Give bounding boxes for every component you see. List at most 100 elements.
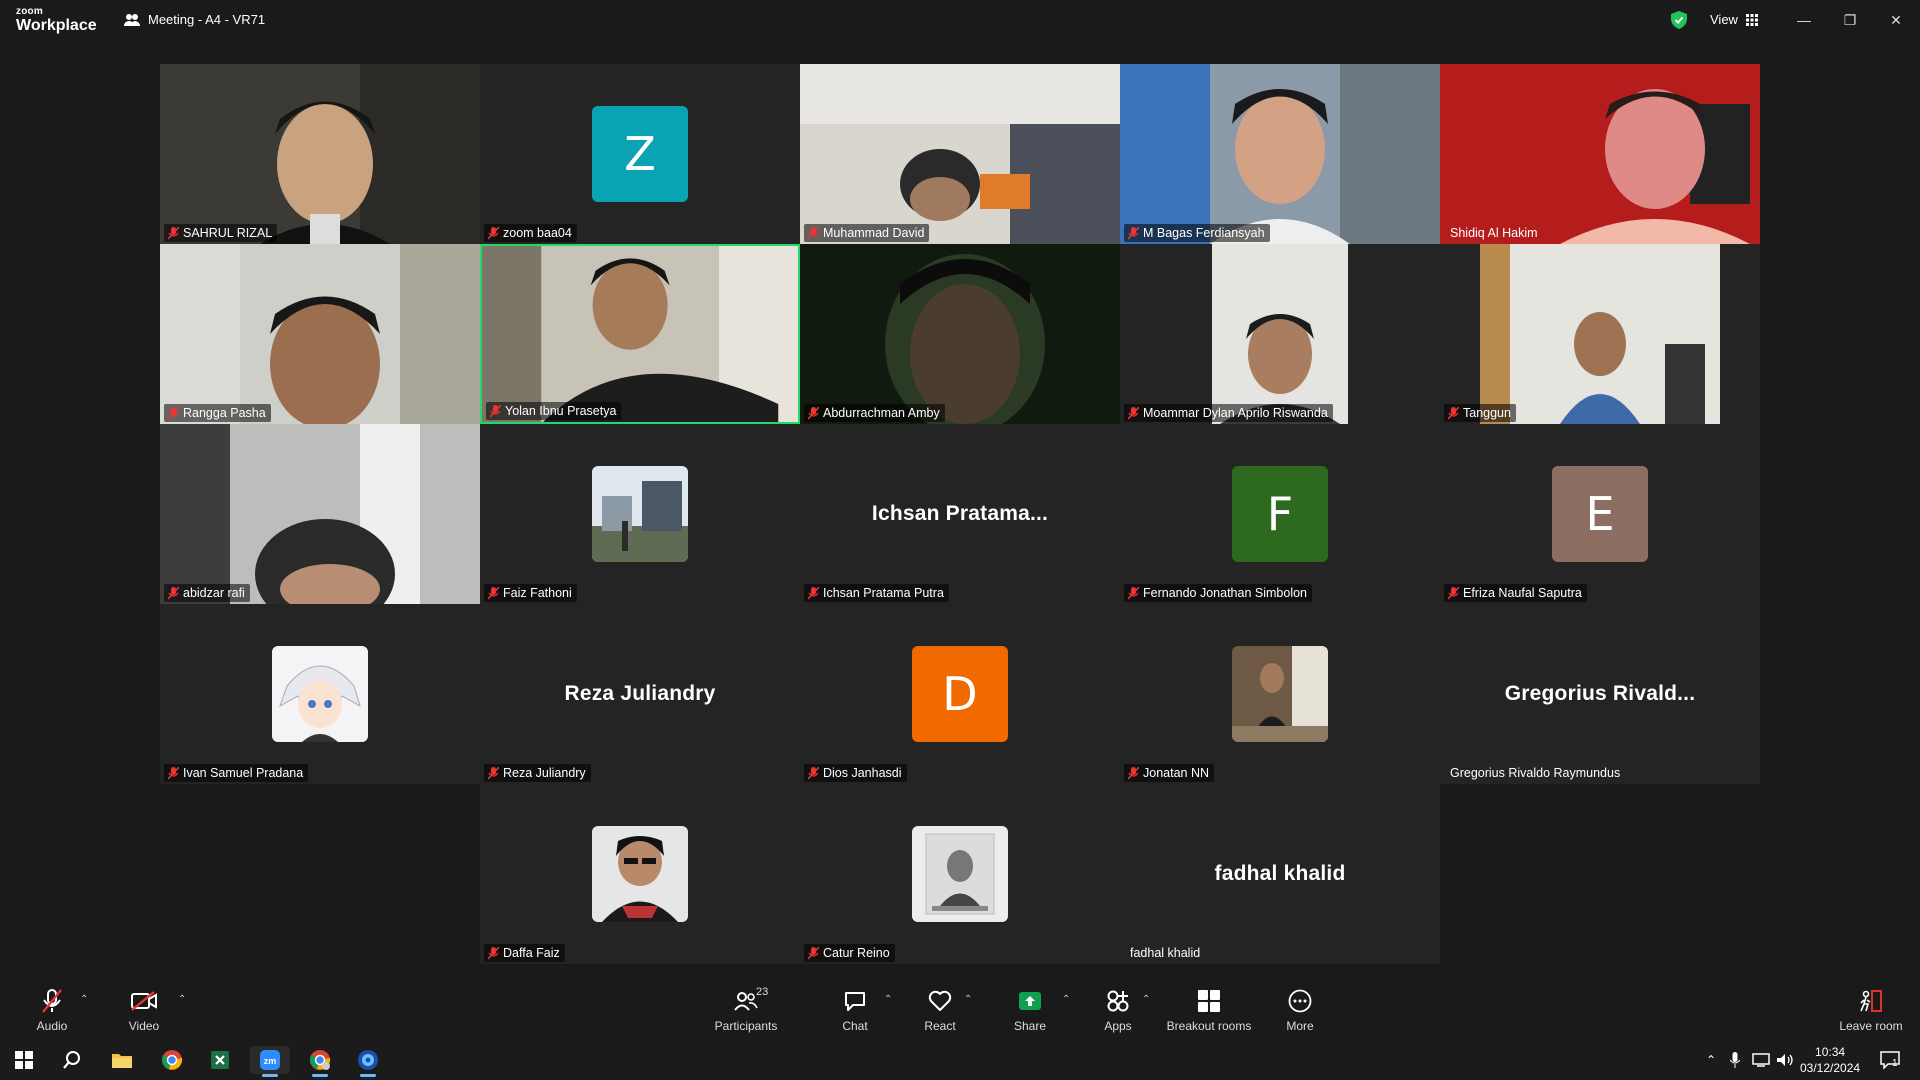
apps-options-chevron-icon[interactable]: ⌃ — [1142, 994, 1150, 1005]
react-options-chevron-icon[interactable]: ⌃ — [964, 994, 972, 1005]
participant-tile[interactable]: SAHRUL RIZAL — [160, 64, 480, 244]
share-button[interactable]: Share — [1010, 980, 1050, 1040]
show-hidden-icons-chevron-icon[interactable]: ⌃ — [1706, 1040, 1716, 1080]
name-label: Fernando Jonathan Simbolon — [1124, 584, 1313, 602]
video-off-icon — [131, 990, 157, 1011]
file-explorer-icon[interactable] — [102, 1046, 142, 1074]
volume-icon[interactable] — [1776, 1040, 1794, 1080]
participant-tile[interactable]: F Fernando Jonathan Simbolon — [1120, 424, 1440, 604]
video-options-chevron-icon[interactable]: ⌃ — [178, 994, 186, 1005]
participant-tile[interactable]: Ivan Samuel Pradana — [160, 604, 480, 784]
mic-muted-icon — [1128, 586, 1139, 600]
participant-tile[interactable]: Abdurrachman Amby — [800, 244, 1120, 424]
video-feed — [160, 244, 480, 424]
name-label: M Bagas Ferdiansyah — [1124, 224, 1270, 242]
excel-icon[interactable] — [200, 1046, 240, 1074]
participant-tile[interactable]: E Efriza Naufal Saputra — [1440, 424, 1760, 604]
apps-button[interactable]: Apps — [1098, 980, 1138, 1040]
participants-icon — [734, 991, 758, 1011]
zoom-logo: zoom Workplace — [16, 6, 97, 34]
heart-icon — [928, 990, 952, 1011]
video-feed — [1120, 64, 1440, 244]
meeting-title-text: Meeting - A4 - VR71 — [148, 12, 266, 27]
minimize-icon[interactable]: — — [1788, 8, 1820, 32]
mic-muted-icon — [488, 586, 499, 600]
leave-room-button[interactable]: Leave room — [1836, 980, 1906, 1040]
leave-door-icon — [1860, 989, 1882, 1012]
participant-tile[interactable]: Reza Juliandry Reza Juliandry — [480, 604, 800, 784]
video-button[interactable]: Video — [122, 980, 166, 1040]
encryption-shield-icon[interactable] — [1671, 11, 1687, 29]
display-name: Reza Juliandry — [564, 682, 716, 705]
participant-tile[interactable]: Shidiq Al Hakim — [1440, 64, 1760, 244]
mic-muted-icon — [1128, 766, 1139, 780]
participant-tile[interactable]: Jonatan NN — [1120, 604, 1440, 784]
profile-photo — [592, 466, 688, 562]
react-button[interactable]: React — [920, 980, 960, 1040]
taskbar-clock[interactable]: 10:34 03/12/2024 — [1800, 1044, 1860, 1076]
video-feed — [800, 244, 1120, 424]
name-label: Yolan Ibnu Prasetya — [486, 402, 622, 420]
windows-start-icon[interactable] — [4, 1046, 44, 1074]
share-screen-icon — [1019, 991, 1041, 1010]
video-feed — [1440, 244, 1760, 424]
participant-tile[interactable]: Gregorius Rivald... Gregorius Rivaldo Ra… — [1440, 604, 1760, 784]
participant-tile[interactable]: D Dios Janhasdi — [800, 604, 1120, 784]
avatar: D — [912, 646, 1008, 742]
profile-photo — [592, 826, 688, 922]
participant-tile[interactable]: M Bagas Ferdiansyah — [1120, 64, 1440, 244]
name-label: Gregorius Rivaldo Raymundus — [1450, 766, 1621, 780]
participant-tile[interactable]: abidzar rafi — [160, 424, 480, 604]
participant-tile[interactable]: Daffa Faiz — [480, 784, 800, 964]
close-icon[interactable]: ✕ — [1880, 8, 1912, 32]
participant-tile[interactable]: Moammar Dylan Aprilo Riswanda — [1120, 244, 1440, 424]
breakout-rooms-button[interactable]: Breakout rooms — [1164, 980, 1254, 1040]
network-icon[interactable] — [1752, 1040, 1770, 1080]
share-options-chevron-icon[interactable]: ⌃ — [1062, 994, 1070, 1005]
search-icon[interactable] — [52, 1046, 92, 1074]
name-label: zoom baa04 — [484, 224, 577, 242]
participant-tile-active-speaker[interactable]: Yolan Ibnu Prasetya — [480, 244, 800, 424]
more-button[interactable]: More — [1280, 980, 1320, 1040]
view-button[interactable]: View — [1710, 12, 1758, 27]
name-label: Reza Juliandry — [484, 764, 591, 782]
mic-muted-icon — [168, 586, 179, 600]
audio-button[interactable]: Audio — [30, 980, 74, 1040]
participant-tile[interactable]: fadhal khalid fadhal khalid — [1120, 784, 1440, 964]
chrome-profile-icon[interactable] — [300, 1046, 340, 1077]
avatar: F — [1232, 466, 1328, 562]
name-label: Jonatan NN — [1124, 764, 1215, 782]
app-taskbar-icon[interactable] — [348, 1046, 388, 1077]
notifications-icon[interactable]: 1 — [1880, 1040, 1900, 1080]
mic-muted-icon — [808, 586, 819, 600]
restore-icon[interactable]: ❐ — [1834, 8, 1866, 32]
name-label: Rangga Pasha — [164, 404, 271, 422]
meeting-title[interactable]: Meeting - A4 - VR71 — [124, 12, 265, 27]
zoom-taskbar-icon[interactable]: zm — [250, 1046, 290, 1077]
name-label: Efriza Naufal Saputra — [1444, 584, 1587, 602]
participant-tile[interactable]: Ichsan Pratama... Ichsan Pratama Putra — [800, 424, 1120, 604]
mic-muted-icon — [1128, 226, 1139, 240]
participant-tile[interactable]: Tanggun — [1440, 244, 1760, 424]
chat-options-chevron-icon[interactable]: ⌃ — [884, 994, 892, 1005]
chat-button[interactable]: Chat — [835, 980, 875, 1040]
chrome-icon[interactable] — [152, 1046, 192, 1074]
participant-tile[interactable]: Z zoom baa04 — [480, 64, 800, 244]
video-feed — [482, 246, 798, 422]
mic-muted-icon — [1128, 406, 1139, 420]
gallery-grid: SAHRUL RIZAL Z zoom baa04 Muhammad David… — [160, 64, 1760, 964]
more-icon — [1288, 989, 1312, 1012]
participant-tile[interactable]: Muhammad David — [800, 64, 1120, 244]
participant-tile[interactable]: Rangga Pasha — [160, 244, 480, 424]
name-label: Ichsan Pratama Putra — [804, 584, 949, 602]
participant-tile[interactable]: Catur Reino — [800, 784, 1120, 964]
mic-muted-icon — [808, 766, 819, 780]
breakout-rooms-icon — [1198, 989, 1220, 1012]
participants-button[interactable]: 23 Participants — [710, 980, 782, 1040]
display-name: Ichsan Pratama... — [871, 502, 1049, 525]
microphone-icon[interactable] — [1730, 1040, 1740, 1080]
mic-muted-icon — [490, 404, 501, 418]
svg-text:zm: zm — [264, 1056, 277, 1066]
participant-tile[interactable]: Faiz Fathoni — [480, 424, 800, 604]
audio-options-chevron-icon[interactable]: ⌃ — [80, 994, 88, 1005]
